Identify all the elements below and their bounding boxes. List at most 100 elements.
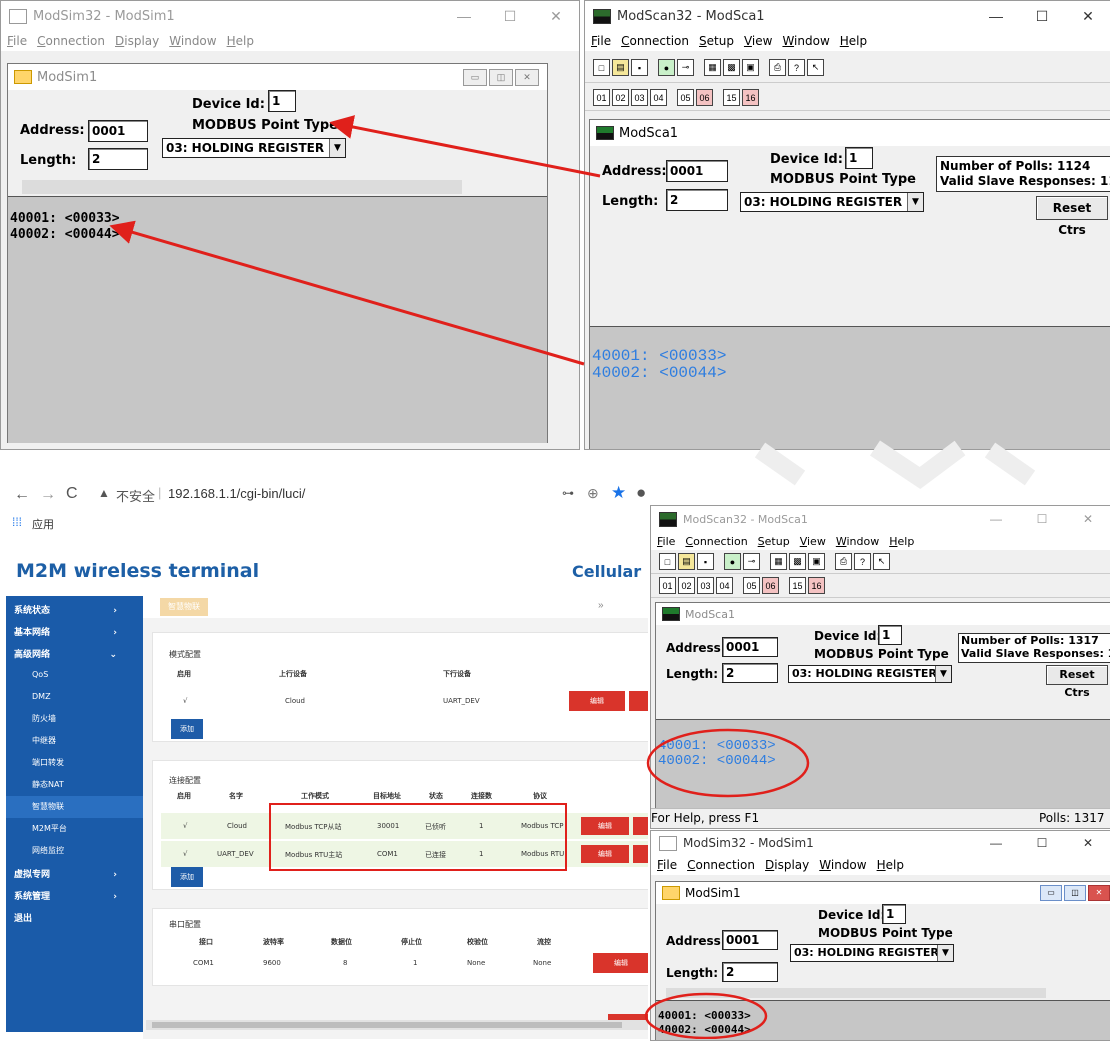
context-help-icon[interactable]: ↖	[807, 59, 824, 76]
save-apply-button[interactable]	[608, 1014, 648, 1020]
sidebar-item[interactable]: 退出	[6, 908, 143, 930]
save-icon[interactable]: ▪	[631, 59, 648, 76]
reload-icon[interactable]: C	[66, 485, 78, 503]
force-coils-icon[interactable]: 15	[723, 89, 740, 106]
child-close-icon[interactable]: ✕	[1088, 885, 1110, 901]
chevron-down-icon[interactable]: ▼	[329, 139, 345, 157]
write-register-icon[interactable]: 06	[696, 89, 713, 106]
print-icon[interactable]: ⎙	[769, 59, 786, 76]
horizontal-scrollbar[interactable]	[146, 1020, 648, 1030]
modscan-titlebar[interactable]: ModScan32 - ModSca1 — ☐ ✕	[585, 1, 1110, 31]
close-icon[interactable]: ✕	[1065, 506, 1110, 532]
window-icon[interactable]: ▣	[808, 553, 825, 570]
menu-window[interactable]: Window	[782, 34, 829, 48]
input-register-icon[interactable]: 04	[716, 577, 733, 594]
preset-regs-icon[interactable]: 16	[808, 577, 825, 594]
back-icon[interactable]: ←	[14, 486, 30, 504]
maximize-icon[interactable]: ☐	[1019, 1, 1065, 31]
sidebar-item[interactable]: 静态NAT	[6, 774, 143, 796]
sidebar-item[interactable]: DMZ	[6, 686, 143, 708]
sidebar-item[interactable]: QoS	[6, 664, 143, 686]
mode-add-button[interactable]: 添加	[171, 719, 203, 739]
chevron-down-icon[interactable]: ▼	[937, 945, 953, 961]
sidebar-item[interactable]: 端口转发	[6, 752, 143, 774]
input-register-icon[interactable]: 04	[650, 89, 667, 106]
window-icon[interactable]: ▣	[742, 59, 759, 76]
coil-status-icon[interactable]: 01	[593, 89, 610, 106]
child-close-icon[interactable]: ✕	[515, 69, 539, 86]
menu-file[interactable]: File	[7, 34, 27, 48]
child-restore-icon[interactable]: ◫	[489, 69, 513, 86]
point-type-select[interactable]: 03: HOLDING REGISTER ▼	[740, 192, 924, 212]
tab-smart-iot[interactable]: 智慧物联	[160, 598, 208, 616]
length-field[interactable]: 2	[666, 189, 728, 211]
menu-window[interactable]: Window	[169, 34, 216, 48]
display-icon[interactable]: ▦	[704, 59, 721, 76]
menu-connection[interactable]: Connection	[685, 535, 747, 548]
child-titlebar[interactable]: ModSim1 ▭ ◫ ✕	[8, 64, 547, 90]
menu-help[interactable]: Help	[877, 858, 904, 872]
menu-display[interactable]: Display	[765, 858, 809, 872]
save-icon[interactable]: ▪	[697, 553, 714, 570]
write-coil-icon[interactable]: 05	[677, 89, 694, 106]
connect-icon[interactable]: ●	[658, 59, 675, 76]
device-id-field[interactable]: 1	[878, 625, 902, 645]
connect-icon[interactable]: ●	[724, 553, 741, 570]
sidebar-item[interactable]: 智慧物联	[6, 796, 143, 818]
conn-edit-button-1[interactable]: 编辑	[581, 817, 629, 835]
minimize-icon[interactable]: —	[973, 831, 1019, 855]
coil-status-icon[interactable]: 01	[659, 577, 676, 594]
child-restore-icon[interactable]: ◫	[1064, 885, 1086, 901]
address-field[interactable]: 0001	[722, 637, 778, 657]
open-icon[interactable]: ▤	[612, 59, 629, 76]
menu-window[interactable]: Window	[836, 535, 879, 548]
menu-display[interactable]: Display	[115, 34, 159, 48]
about-icon[interactable]: ?	[788, 59, 805, 76]
child-titlebar[interactable]: ModSca1	[590, 120, 1110, 146]
star-icon[interactable]: ★	[611, 483, 626, 503]
conn-delete-button-1[interactable]	[633, 817, 648, 835]
child-titlebar[interactable]: ModSim1 ▭ ◫ ✕	[656, 882, 1110, 904]
sidebar-item[interactable]: 基本网络 ›	[6, 622, 143, 644]
chevron-down-icon[interactable]: ▼	[935, 666, 951, 682]
url-bar[interactable]: 192.168.1.1/cgi-bin/luci/	[168, 486, 305, 501]
child-titlebar[interactable]: ModSca1	[656, 603, 1110, 625]
menu-help[interactable]: Help	[227, 34, 254, 48]
sidebar-item[interactable]: 中继器	[6, 730, 143, 752]
sidebar-item[interactable]: 虚拟专网 ›	[6, 864, 143, 886]
conn-delete-button-2[interactable]	[633, 845, 648, 863]
child-minimize-icon[interactable]: ▭	[1040, 885, 1062, 901]
device-id-field[interactable]: 1	[268, 90, 296, 112]
zoom-icon[interactable]: ⊕	[587, 485, 599, 502]
disconnect-icon[interactable]: ⊸	[677, 59, 694, 76]
menu-help[interactable]: Help	[840, 34, 867, 48]
menu-view[interactable]: View	[800, 535, 826, 548]
menu-connection[interactable]: Connection	[621, 34, 689, 48]
menu-view[interactable]: View	[744, 34, 772, 48]
holding-register-icon[interactable]: 03	[697, 577, 714, 594]
minimize-icon[interactable]: —	[973, 506, 1019, 532]
maximize-icon[interactable]: ☐	[1019, 831, 1065, 855]
preset-regs-icon[interactable]: 16	[742, 89, 759, 106]
sidebar-item[interactable]: 网络监控	[6, 840, 143, 862]
key-icon[interactable]: ⊶	[562, 486, 574, 500]
point-type-select[interactable]: 03: HOLDING REGISTER ▼	[788, 665, 952, 683]
setup-icon[interactable]: ▩	[723, 59, 740, 76]
bookmark-apps[interactable]: 应用	[32, 516, 54, 532]
context-help-icon[interactable]: ↖	[873, 553, 890, 570]
sidebar-item[interactable]: 系统状态 ›	[6, 600, 143, 622]
chevron-down-icon[interactable]: ▼	[907, 193, 923, 211]
menu-connection[interactable]: Connection	[687, 858, 755, 872]
modscan-titlebar[interactable]: ModScan32 - ModSca1 — ☐ ✕	[651, 506, 1110, 532]
device-id-field[interactable]: 1	[882, 904, 906, 924]
mode-edit-button[interactable]: 编辑	[569, 691, 625, 711]
minimize-icon[interactable]: —	[441, 1, 487, 31]
address-field[interactable]: 0001	[666, 160, 728, 182]
profile-icon[interactable]: ●	[636, 483, 646, 503]
input-status-icon[interactable]: 02	[678, 577, 695, 594]
reset-ctrs-button[interactable]: Reset Ctrs	[1036, 196, 1108, 237]
display-icon[interactable]: ▦	[770, 553, 787, 570]
apps-icon[interactable]: ⁞⁞⁞	[12, 515, 22, 529]
menu-setup[interactable]: Setup	[758, 535, 790, 548]
address-field[interactable]: 0001	[722, 930, 778, 950]
